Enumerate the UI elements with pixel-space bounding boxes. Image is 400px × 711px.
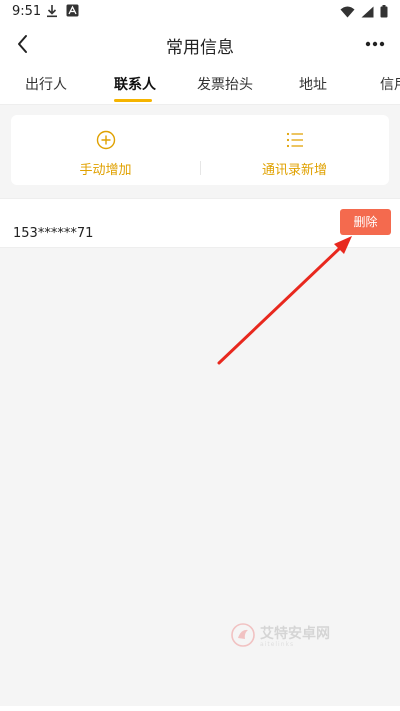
contacts-add-label: 通讯录新增 [261,163,327,178]
watermark-logo: 艾特安卓网 aitelinks [230,620,370,652]
annotation-arrow [217,236,352,365]
status-left-icons [46,4,79,18]
add-contact-card: 手动增加 通讯录新增 [11,115,389,185]
app-notification-icon [66,4,79,17]
wifi-icon [340,6,355,17]
contact-phone: 153******71 [13,226,94,241]
manual-add-label: 手动增加 [79,163,132,178]
status-time: 9:51 [12,4,42,19]
tab-address[interactable]: 地址 [299,74,327,94]
contacts-add-button[interactable]: 通讯录新增 [200,115,389,185]
watermark-subtext: aitelinks [260,641,295,648]
download-icon [47,5,57,18]
delete-button[interactable]: 删除 [340,209,391,235]
tab-credit[interactable]: 信用 [380,74,400,94]
page-title: 常用信息 [166,38,234,58]
tab-contacts[interactable]: 联系人 [114,74,156,94]
tab-travelers[interactable]: 出行人 [25,74,67,94]
tab-bar: 出行人 联系人 发票抬头 地址 信用 [0,64,400,105]
more-dots-icon[interactable] [362,32,388,56]
active-tab-indicator [114,99,152,102]
status-right-icons [340,5,388,18]
status-bar: 9:51 [0,0,400,24]
tab-invoice-title[interactable]: 发票抬头 [197,74,253,94]
list-icon [286,132,303,148]
cellular-signal-icon [361,6,374,17]
battery-icon [380,5,388,18]
manual-add-button[interactable]: 手动增加 [11,115,200,185]
bottom-bar [0,706,400,711]
add-circle-icon [96,130,115,150]
watermark-bird-icon [231,623,255,647]
title-bar: 常用信息 [0,24,400,64]
watermark-text: 艾特安卓网 [260,626,330,642]
